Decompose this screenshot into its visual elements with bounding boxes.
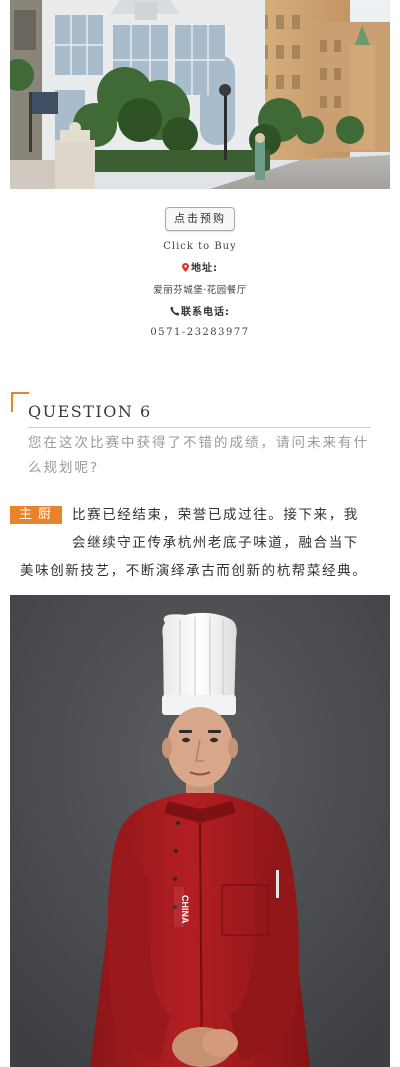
building-photo	[10, 0, 390, 189]
phone-label-row: 联系电话:	[0, 303, 400, 318]
chef-portrait-photo: CHINA	[10, 595, 390, 1067]
answer-section: 主厨 比赛已经结束，荣誉已成过往。接下来，我 会继续守正传承杭州老底子味道，融合…	[0, 502, 400, 592]
question-corner-bracket	[11, 392, 29, 412]
address-label-row: 地址:	[0, 259, 400, 274]
jacket-logo-text: CHINA	[180, 895, 190, 924]
booking-section: 点击预购 Click to Buy 地址: 爱丽芬城堡·花园餐厅 联系电话: 0…	[0, 207, 400, 338]
phone-value[interactable]: 0571-23283977	[0, 327, 400, 338]
address-value: 爱丽芬城堡·花园餐厅	[153, 285, 247, 296]
answer-line-3: 美味创新技艺，不断演绎承古而创新的杭帮菜经典。	[20, 563, 368, 579]
question-title: QUESTION 6	[28, 402, 152, 421]
pre-order-button[interactable]: 点击预购	[165, 207, 235, 231]
phone-label: 联系电话:	[181, 307, 230, 318]
question-divider	[28, 427, 370, 428]
chef-badge: 主厨	[10, 506, 62, 524]
map-pin-icon	[182, 263, 189, 272]
answer-line-2: 会继续守正传承杭州老底子味道，融合当下	[72, 535, 359, 551]
phone-icon	[170, 306, 180, 316]
answer-line-1: 比赛已经结束，荣誉已成过往。接下来，我	[72, 507, 359, 523]
address-label: 地址:	[191, 263, 218, 274]
question-text: 您在这次比赛中获得了不错的成绩，请问未来有什么规划呢?	[28, 435, 369, 476]
click-to-buy-text: Click to Buy	[163, 241, 237, 252]
